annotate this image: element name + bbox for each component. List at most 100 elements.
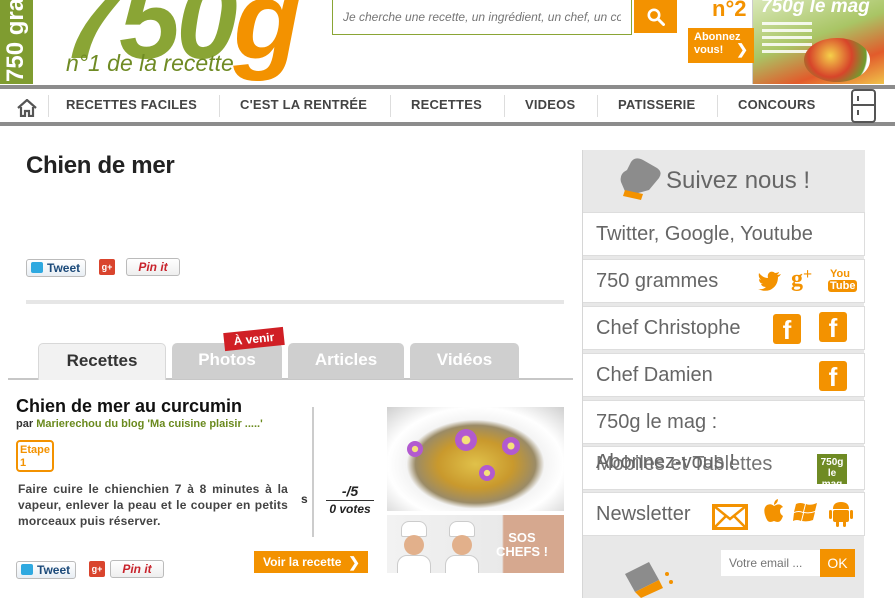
sidebar-row-mag[interactable]: 750g le mag :	[583, 400, 865, 444]
row-label: Chef Damien	[596, 364, 713, 386]
main-nav: RECETTES FACILES C'EST LA RENTRÉE RECETT…	[0, 85, 895, 126]
side-logo-strip: 750 gra	[0, 0, 33, 84]
recipe-author: par Marierechou du blog 'Ma cuisine plai…	[16, 418, 263, 430]
chef-avatar	[443, 521, 481, 573]
sidebar-row-networks[interactable]: Twitter, Google, Youtube	[583, 212, 865, 256]
divider	[26, 300, 564, 304]
vertical-divider	[312, 407, 314, 537]
tab-recettes[interactable]: Recettes	[38, 343, 166, 380]
sidebar-row-chef-damien: Chef Damien f	[583, 353, 865, 397]
salt-shaker-icon	[625, 562, 673, 598]
sidebar-row-subscribe-mobile[interactable]: Abonnez-vous ! Mobiles et Tablettes 750g…	[583, 446, 865, 490]
facebook-icon[interactable]: f	[819, 361, 847, 392]
chevron-right-icon: ❯	[348, 554, 360, 570]
author-link[interactable]: Marierechou du blog 'Ma cuisine plaisir …	[36, 418, 263, 430]
flower-garnish	[479, 465, 495, 481]
sos-line1: SOS	[508, 530, 536, 545]
magazine-text-lines	[762, 22, 812, 57]
sos-chefs-banner[interactable]: SOS CHEFS !	[387, 515, 564, 573]
sidebar-row-newsletter: Newsletter	[583, 492, 865, 536]
mail-icon[interactable]	[712, 504, 748, 530]
row-label: Newsletter	[596, 503, 691, 525]
tweet-label: Tweet	[37, 563, 71, 577]
view-recipe-button[interactable]: Voir la recette ❯	[254, 551, 368, 573]
twitter-bird-icon	[31, 262, 43, 273]
nav-item-rentree[interactable]: C'EST LA RENTRÉE	[240, 97, 367, 112]
row-label-mobile: Mobiles et Tablettes	[596, 453, 773, 475]
step-badge: Etape 1	[16, 440, 54, 472]
tab-articles[interactable]: Articles	[288, 343, 404, 379]
nav-separator	[48, 95, 49, 117]
step-number: 1	[20, 457, 27, 469]
subscribe-button[interactable]: Abonnez vous! ❯	[688, 28, 754, 63]
truncated-letter: s	[301, 492, 308, 506]
nav-separator	[504, 95, 505, 117]
sidebar-header: Suivez nous !	[583, 150, 865, 212]
sidebar-row-750grammes: 750 grammes g+ You Tube	[583, 259, 865, 303]
nav-item-patisserie[interactable]: PATISSERIE	[618, 97, 695, 112]
sidebar-row-chef-christophe: Chef Christophe f f	[583, 306, 865, 350]
flower-garnish	[407, 441, 423, 457]
magazine-dish-image	[804, 38, 870, 82]
pinit-button[interactable]: Pin it	[126, 258, 180, 276]
rating-score: -/5	[341, 483, 359, 499]
row-label: Twitter, Google, Youtube	[596, 223, 813, 245]
recipe-rating: -/5 0 votes	[326, 483, 374, 516]
logo-tagline: n°1 de la recette	[66, 50, 234, 76]
recipe-photo[interactable]	[387, 407, 564, 511]
pinit-button[interactable]: Pin it	[110, 560, 164, 578]
newsletter-email-box	[721, 550, 821, 576]
sos-chefs-label: SOS CHEFS !	[487, 531, 557, 559]
nav-item-concours[interactable]: CONCOURS	[738, 97, 815, 112]
search-box	[332, 0, 632, 35]
rating-votes: 0 votes	[326, 500, 374, 516]
mag-badge: 750g le mag	[817, 454, 847, 490]
site-header: 750 gra 750g n°1 de la recette n°2 750g …	[0, 0, 895, 86]
newsletter-ok-button[interactable]: OK	[820, 549, 855, 577]
tab-videos[interactable]: Vidéos	[410, 343, 519, 379]
recipe-step-text: Faire cuire le chienchien 7 à 8 minutes …	[18, 482, 288, 528]
fridge-icon[interactable]	[851, 89, 876, 123]
nav-separator	[219, 95, 220, 117]
side-strip-text: 750 gra	[2, 0, 29, 82]
tweet-label: Tweet	[47, 261, 81, 275]
nav-item-recettes-faciles[interactable]: RECETTES FACILES	[66, 97, 197, 112]
nav-item-recettes[interactable]: RECETTES	[411, 97, 482, 112]
sidebar-heading: Suivez nous !	[666, 167, 811, 194]
row-label: Chef Christophe	[596, 317, 741, 339]
twitter-icon[interactable]	[758, 271, 782, 291]
twitter-bird-icon	[21, 564, 33, 575]
follow-sidebar: Suivez nous ! Twitter, Google, Youtube 7…	[582, 150, 865, 598]
nav-item-videos[interactable]: VIDEOS	[525, 97, 575, 112]
windows-icon[interactable]	[793, 499, 819, 525]
android-icon[interactable]	[828, 500, 854, 528]
nav-separator	[597, 95, 598, 117]
search-button[interactable]	[634, 0, 677, 33]
search-input[interactable]	[333, 0, 631, 34]
facebook-icon[interactable]: f	[773, 314, 801, 345]
sos-line2: CHEFS !	[496, 544, 548, 559]
recipe-title[interactable]: Chien de mer au curcumin	[16, 396, 242, 417]
gplus-button[interactable]: g+	[89, 561, 105, 577]
youtube-icon[interactable]: You Tube	[828, 268, 858, 296]
nav-separator	[390, 95, 391, 117]
home-icon[interactable]	[16, 99, 38, 117]
search-icon	[647, 8, 665, 26]
author-prefix: par	[16, 418, 34, 430]
facebook-icon[interactable]: f	[819, 312, 847, 343]
tweet-button[interactable]: Tweet	[26, 259, 86, 277]
chef-avatar	[395, 521, 433, 573]
row-label: 750g le mag :	[596, 411, 718, 433]
view-recipe-label: Voir la recette	[263, 555, 342, 569]
gplus-button[interactable]: g+	[99, 259, 115, 275]
google-plus-icon[interactable]: g+	[791, 266, 812, 293]
chevron-right-icon: ❯	[736, 41, 748, 57]
page-title: Chien de mer	[26, 152, 175, 179]
newsletter-email-input[interactable]	[721, 550, 821, 576]
oven-mitt-icon	[620, 158, 661, 200]
apple-icon[interactable]	[763, 498, 785, 524]
flower-garnish	[502, 437, 520, 455]
tweet-button[interactable]: Tweet	[16, 561, 76, 579]
flower-garnish	[455, 429, 477, 451]
row-label: 750 grammes	[596, 270, 719, 292]
